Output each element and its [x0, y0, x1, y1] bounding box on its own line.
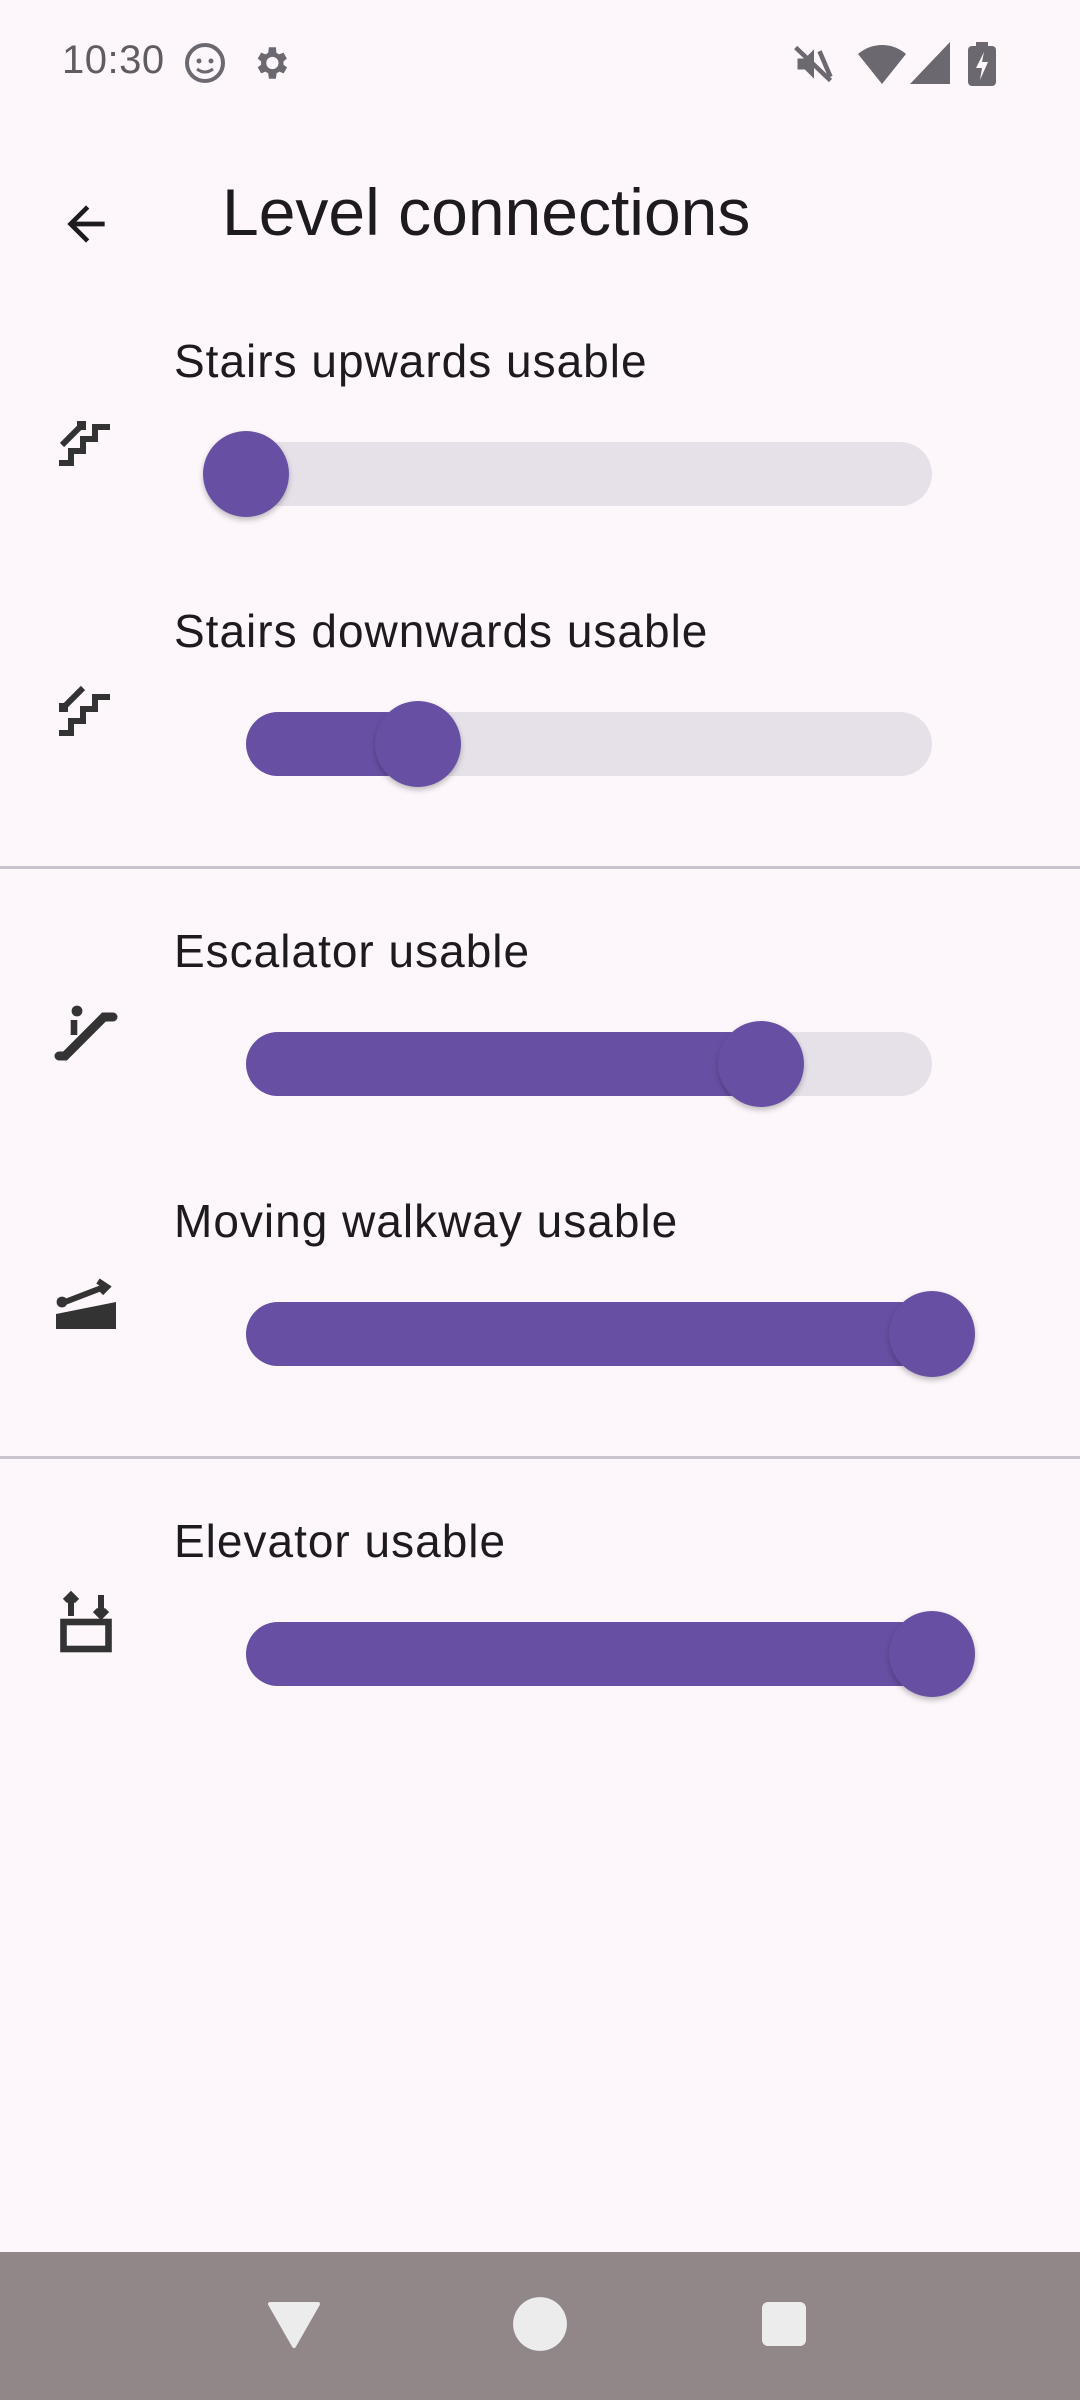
setting-row-elevator: Elevator usable — [0, 1488, 1080, 1760]
nav-recents-button[interactable] — [714, 2252, 854, 2400]
signal-icon — [910, 42, 950, 89]
setting-label: Stairs downwards usable — [174, 605, 709, 657]
stairs-down-slider[interactable] — [246, 701, 932, 787]
setting-row-stairs-down: Stairs downwards usable — [0, 578, 1080, 850]
moving-walkway-slider[interactable] — [246, 1291, 975, 1377]
mute-icon — [792, 42, 836, 91]
setting-label: Moving walkway usable — [174, 1195, 679, 1247]
slider-thumb[interactable] — [374, 701, 461, 787]
slider-thumb[interactable] — [203, 431, 289, 517]
section-divider — [0, 866, 1080, 869]
slider-active-track — [246, 1302, 932, 1366]
home-circle-icon — [511, 2295, 569, 2358]
arrow-back-icon — [58, 196, 114, 257]
escalator-slider[interactable] — [246, 1021, 932, 1107]
elevator-slider[interactable] — [246, 1611, 975, 1697]
gear-icon — [250, 42, 292, 89]
slider-active-track — [246, 1032, 761, 1096]
elevator-icon — [50, 1586, 122, 1658]
status-time: 10:30 — [62, 38, 165, 82]
slider-active-track — [246, 1622, 932, 1686]
setting-row-moving-walkway: Moving walkway usable — [0, 1168, 1080, 1440]
nav-back-button[interactable] — [224, 2252, 364, 2400]
back-button[interactable] — [36, 176, 136, 276]
back-triangle-icon — [266, 2298, 322, 2355]
status-bar: 10:30 — [0, 0, 1080, 130]
setting-row-escalator: Escalator usable — [0, 898, 1080, 1170]
stairs-up-slider[interactable] — [203, 431, 932, 517]
setting-label: Elevator usable — [174, 1515, 507, 1567]
section-divider — [0, 1456, 1080, 1459]
escalator-icon — [50, 996, 122, 1068]
setting-label: Escalator usable — [174, 925, 531, 977]
nav-home-button[interactable] — [470, 2252, 610, 2400]
top-app-bar: Level connections — [0, 140, 1080, 284]
slider-track — [246, 442, 932, 506]
battery-charging-icon — [968, 42, 996, 91]
wifi-icon — [858, 42, 906, 91]
slider-thumb[interactable] — [889, 1291, 975, 1377]
slider-thumb[interactable] — [717, 1021, 804, 1107]
setting-label: Stairs upwards usable — [174, 335, 648, 387]
face-icon — [184, 42, 226, 89]
page-title: Level connections — [222, 175, 751, 249]
system-navigation-bar — [0, 2252, 1080, 2400]
setting-row-stairs-up: Stairs upwards usable — [0, 308, 1080, 580]
stairs-down-icon — [50, 676, 122, 748]
slider-thumb[interactable] — [889, 1611, 975, 1697]
moving-walkway-icon — [50, 1266, 122, 1338]
stairs-up-icon — [50, 406, 122, 478]
recents-square-icon — [760, 2300, 808, 2353]
